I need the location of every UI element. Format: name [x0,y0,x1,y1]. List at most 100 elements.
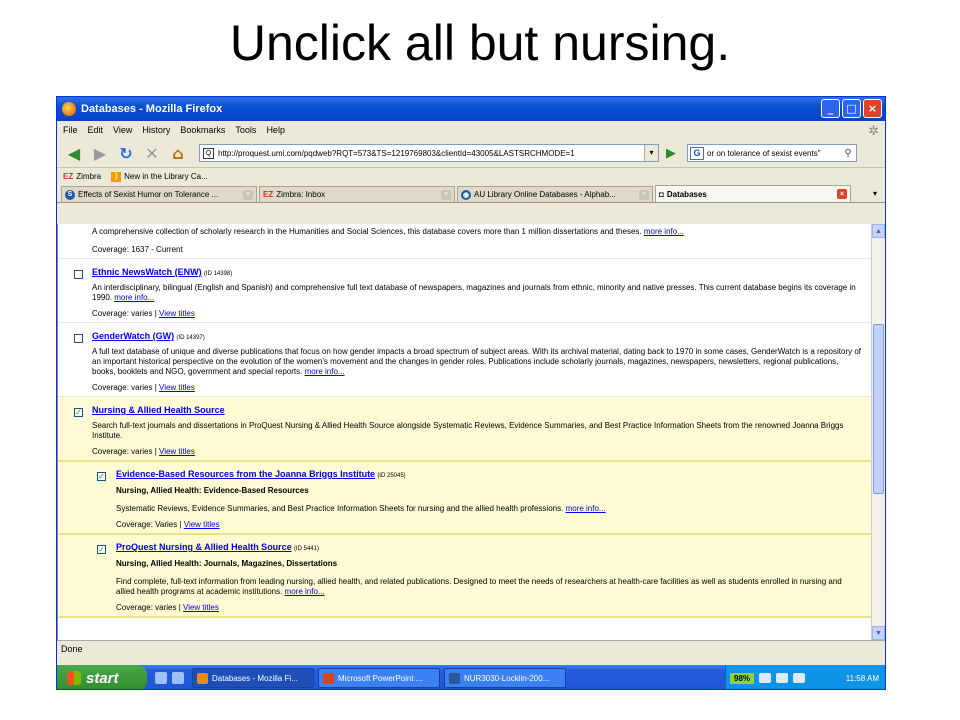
database-id: (ID 14397) [176,335,205,341]
power-plug-icon[interactable] [759,673,772,683]
more-info-link[interactable]: more info... [644,227,684,236]
close-button[interactable]: × [863,99,882,118]
menu-file[interactable]: File [63,125,78,135]
site-favicon-icon: Q [203,147,214,159]
database-link[interactable]: ProQuest Nursing & Allied Health Source [116,542,292,552]
checkbox[interactable] [74,334,83,343]
coverage-text: Coverage: varies [92,447,153,456]
start-button[interactable]: start [57,665,147,689]
stop-icon[interactable]: ✕ [141,143,163,163]
quick-launch-icon[interactable] [155,672,167,684]
more-info-link[interactable]: more info... [305,367,345,376]
view-titles-link[interactable]: View titles [159,383,195,392]
tab-zimbra[interactable]: EZ Zimbra: Inbox × [259,186,455,202]
menu-bar: File Edit View History Bookmarks Tools H… [57,121,885,139]
address-bar[interactable]: Q http://proquest.umi.com/pqdweb?RQT=573… [199,144,659,162]
windows-taskbar: start Databases - Mozilla Fi... Microsof… [57,665,885,689]
volume-icon[interactable] [793,673,806,683]
throbber-icon: ✲ [868,123,879,138]
bookmarks-toolbar: EZ Zimbra ) New in the Library Ca... [57,167,885,185]
firefox-icon [197,672,208,684]
start-label: start [86,669,119,687]
database-link[interactable]: Nursing & Allied Health Source [92,405,225,415]
battery-percent[interactable]: 98% [730,672,755,684]
list-item: GenderWatch (GW) (ID 14397) A full text … [58,323,871,397]
network-icon[interactable] [776,673,789,683]
window-titlebar[interactable]: Databases - Mozilla Firefox _ □ × [57,97,885,121]
database-description: A full text database of unique and diver… [92,347,862,376]
maximize-button[interactable]: □ [842,99,861,118]
tab-sexist-humor[interactable]: S Effects of Sexist Humor on Tolerance .… [61,186,257,202]
more-info-link[interactable]: more info... [114,293,154,302]
taskbar-item-firefox[interactable]: Databases - Mozilla Fi... [192,668,314,688]
menu-help[interactable]: Help [266,125,285,135]
menu-edit[interactable]: Edit [88,125,104,135]
more-info-link[interactable]: more info... [285,587,325,596]
view-titles-link[interactable]: View titles [183,603,219,612]
taskbar-item-label: NUR3030-Locklin-200... [464,673,550,683]
scroll-up-icon[interactable]: ▲ [872,224,885,238]
status-text: Done [61,644,83,654]
checkbox[interactable] [74,270,83,279]
menu-view[interactable]: View [113,125,132,135]
menu-bookmarks[interactable]: Bookmarks [180,125,225,135]
tab-close-icon[interactable]: × [837,189,847,199]
go-arrow-icon[interactable]: ▶ [663,145,679,161]
checkbox-checked[interactable]: ✓ [97,472,106,481]
bookmark-label: Zimbra [76,172,102,181]
url-dropdown-icon[interactable]: ▾ [644,145,658,161]
url-text[interactable]: http://proquest.umi.com/pqdweb?RQT=573&T… [218,149,640,158]
taskbar-item-document[interactable]: NUR3030-Locklin-200... [444,668,566,688]
search-box[interactable]: G or on tolerance of sexist events" ⚲ [687,144,857,162]
powerpoint-icon [323,672,334,684]
more-info-link[interactable]: more info... [566,504,606,513]
database-link[interactable]: GenderWatch (GW) [92,331,174,341]
search-input[interactable]: or on tolerance of sexist events" [707,149,837,158]
checkbox-checked[interactable]: ✓ [74,408,83,417]
tab-au-library[interactable]: ◉ AU Library Online Databases - Alphab..… [457,186,653,202]
forward-arrow-icon[interactable]: ▶ [89,143,111,163]
tab-databases[interactable]: ◘ Databases × [655,185,851,202]
menu-tools[interactable]: Tools [235,125,256,135]
reload-icon[interactable]: ↻ [115,143,137,163]
tab-close-icon[interactable]: × [441,189,451,200]
minimize-button[interactable]: _ [821,99,840,118]
database-link[interactable]: Ethnic NewsWatch (ENW) [92,267,202,277]
list-item: ✓ Nursing & Allied Health Source Search … [58,397,871,462]
checkbox-checked[interactable]: ✓ [97,545,106,554]
windows-logo-icon [67,671,81,685]
bookmark-zimbra[interactable]: EZ Zimbra [63,172,101,181]
tab-list-dropdown-icon[interactable]: ▾ [869,187,881,201]
database-description: A comprehensive collection of scholarly … [92,227,642,236]
scroll-down-icon[interactable]: ▼ [872,626,885,640]
tab-favicon-icon: ◉ [461,189,471,200]
taskbar-item-label: Microsoft PowerPoint ... [338,673,423,683]
firefox-icon [62,102,76,116]
status-bar: Done [57,640,885,657]
view-titles-link[interactable]: View titles [159,447,195,456]
quick-launch-icon[interactable] [172,672,184,684]
tab-close-icon[interactable]: × [639,189,649,200]
search-icon[interactable]: ⚲ [840,148,856,159]
scroll-thumb[interactable] [873,324,884,494]
database-description: Search full-text journals and dissertati… [92,421,844,440]
tab-close-icon[interactable]: × [243,189,253,200]
list-item: Ethnic NewsWatch (ENW) (ID 14398) An int… [58,259,871,323]
view-titles-link[interactable]: View titles [159,309,195,318]
vertical-scrollbar[interactable]: ▲ ▼ [871,224,885,640]
page-content: A comprehensive collection of scholarly … [57,224,871,640]
database-id: (ID 14398) [203,271,233,277]
coverage-text: Coverage: Varies [116,520,178,529]
search-engine-icon[interactable]: G [690,146,704,160]
home-icon[interactable]: ⌂ [167,143,189,163]
taskbar-item-powerpoint[interactable]: Microsoft PowerPoint ... [318,668,440,688]
quick-launch [147,672,192,684]
bookmark-library[interactable]: ) New in the Library Ca... [111,171,208,182]
clock[interactable]: 11:58 AM [846,674,885,683]
database-description: An interdisciplinary, bilingual (English… [92,283,856,302]
back-arrow-icon[interactable]: ◀ [63,143,85,163]
view-titles-link[interactable]: View titles [184,520,220,529]
list-item: A comprehensive collection of scholarly … [58,224,871,259]
database-link[interactable]: Evidence-Based Resources from the Joanna… [116,469,375,479]
menu-history[interactable]: History [142,125,170,135]
